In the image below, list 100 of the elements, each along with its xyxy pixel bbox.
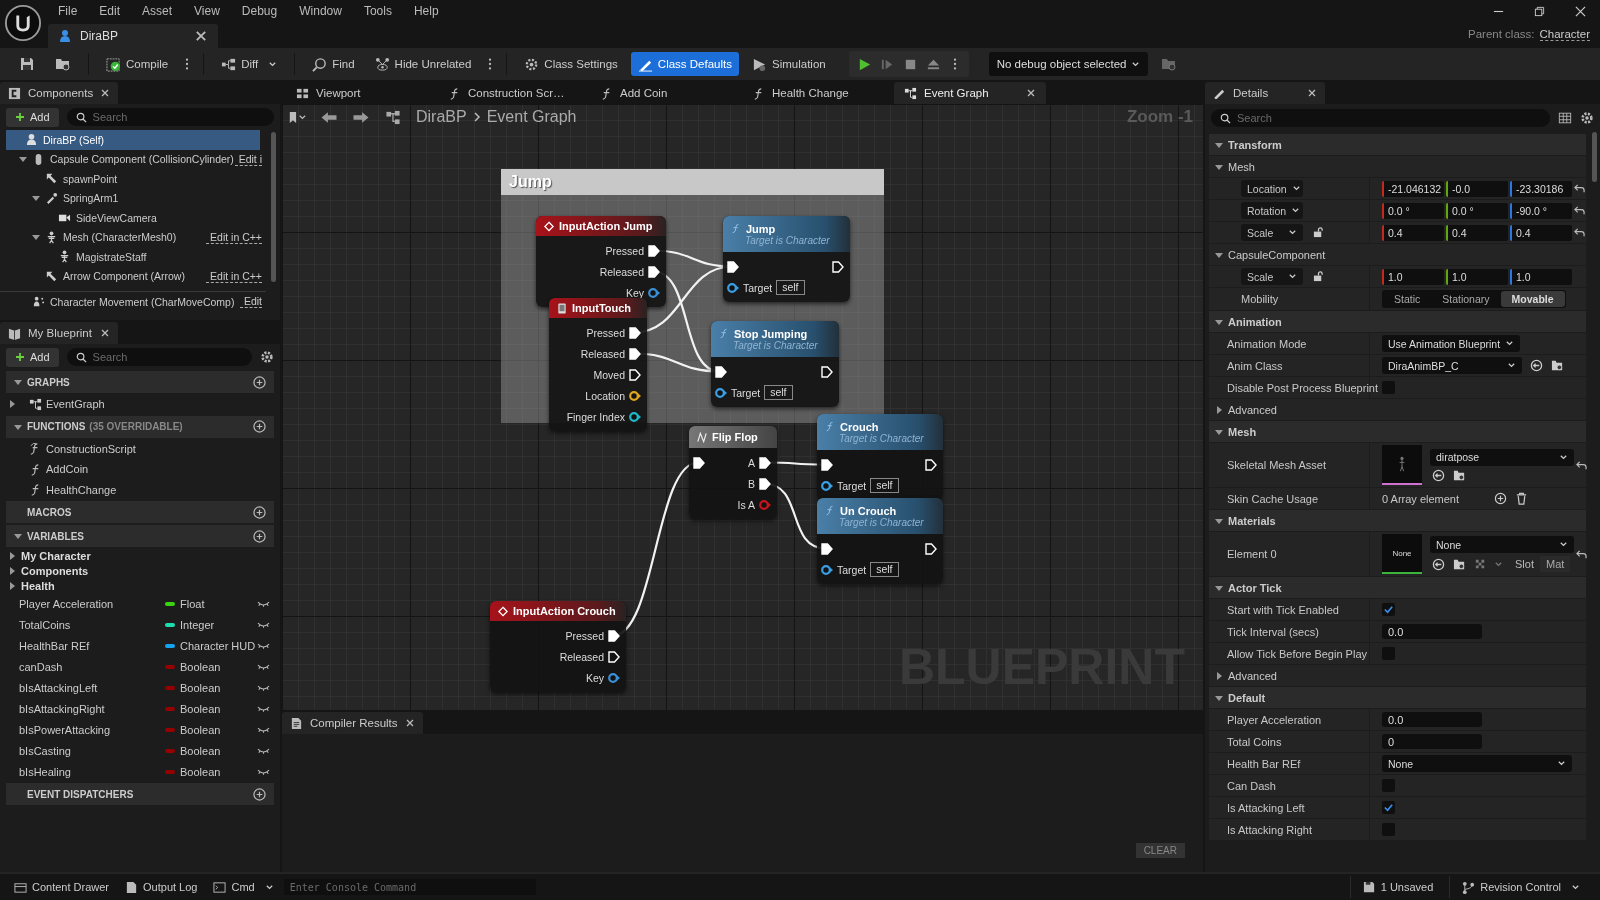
exec-pin[interactable] — [727, 260, 739, 273]
reset-icon[interactable] — [1574, 227, 1585, 238]
exec-pin[interactable] — [759, 456, 771, 469]
number-field[interactable]: 0.0 ° — [1446, 202, 1508, 219]
self-value-field[interactable]: self — [776, 280, 805, 295]
exec-pin[interactable] — [821, 458, 833, 471]
expand-arrow-icon[interactable] — [8, 566, 16, 575]
exec-pin[interactable] — [925, 542, 937, 555]
exec-pin[interactable] — [715, 365, 727, 378]
expand-arrow-icon[interactable] — [1215, 250, 1223, 259]
tree-row[interactable]: SideViewCamera — [0, 208, 266, 228]
blueprint-node[interactable]: InputAction Crouch Pressed Released Key — [490, 601, 626, 692]
section-header[interactable]: MACROS — [6, 501, 274, 523]
content-drawer-button[interactable]: Content Drawer — [8, 876, 116, 898]
close-icon[interactable] — [1307, 88, 1317, 98]
checkbox[interactable] — [1382, 801, 1395, 814]
tree-row[interactable]: DiraBP (Self) — [6, 130, 260, 150]
use-selected-icon[interactable] — [1432, 468, 1445, 482]
tree-row[interactable]: Arrow Component (Arrow) Edit in C++ — [0, 266, 266, 286]
variable-row[interactable]: TotalCoins Integer — [0, 614, 280, 635]
expand-arrow-icon[interactable] — [1215, 583, 1223, 592]
reset-icon[interactable] — [1574, 183, 1585, 194]
menu-item[interactable]: Help — [413, 4, 439, 18]
section-header[interactable]: Transform — [1209, 134, 1586, 156]
browse-icon[interactable] — [1551, 359, 1564, 372]
toolbar-button[interactable]: Compile — [99, 52, 176, 76]
exec-pin[interactable] — [832, 260, 844, 273]
close-icon[interactable] — [194, 29, 208, 43]
number-field[interactable]: 0.0 — [1382, 712, 1482, 727]
expand-arrow-icon[interactable] — [1215, 317, 1223, 326]
data-pin[interactable] — [629, 389, 641, 402]
data-pin[interactable] — [727, 281, 739, 294]
menu-item[interactable]: Asset — [142, 4, 173, 18]
number-field[interactable]: 0.4 — [1382, 224, 1444, 241]
variable-row[interactable]: bIsAttackingRight Boolean — [0, 698, 280, 719]
output-log-button[interactable]: Output Log — [119, 876, 204, 898]
padlock-icon[interactable] — [1313, 271, 1324, 282]
graph-canvas[interactable] — [282, 104, 1203, 710]
blueprint-item[interactable]: ConstructionScript — [0, 438, 280, 459]
unsaved-button[interactable]: 1 Unsaved — [1349, 876, 1446, 898]
more-icon[interactable] — [185, 57, 190, 71]
console-input[interactable]: Enter Console Command — [283, 879, 536, 895]
eye-closed-icon[interactable] — [257, 662, 270, 671]
toolbar-button[interactable]: Class Settings — [517, 52, 625, 76]
blueprint-node[interactable]: Jump Target is Character Target self — [723, 216, 850, 302]
add-icon[interactable] — [253, 529, 266, 543]
edit-link[interactable]: Edit i — [234, 152, 262, 166]
section-header[interactable]: Actor Tick — [1209, 577, 1586, 599]
editor-tab[interactable]: Add Coin — [590, 82, 742, 104]
expand-arrow-icon[interactable] — [1215, 162, 1223, 171]
exec-pin[interactable] — [925, 458, 937, 471]
variable-category[interactable]: Components — [0, 563, 280, 578]
expand-arrow-icon[interactable] — [1215, 693, 1223, 702]
exec-pin[interactable] — [629, 347, 641, 360]
menu-item[interactable]: Debug — [241, 4, 278, 18]
add-button[interactable]: Add — [6, 107, 59, 127]
dropdown[interactable]: Use Animation Blueprint — [1382, 335, 1521, 352]
section-header[interactable]: Advanced — [1209, 665, 1586, 687]
eye-closed-icon[interactable] — [257, 620, 270, 629]
edit-link[interactable]: Edit in C++ — [206, 269, 262, 283]
blueprint-node[interactable]: Crouch Target is Character Target self — [817, 414, 943, 500]
menu-item[interactable]: Window — [299, 4, 342, 18]
add-icon[interactable] — [1494, 492, 1507, 505]
number-field[interactable]: 0.0 ° — [1382, 202, 1444, 219]
breadcrumb-link[interactable]: DiraBP — [416, 108, 467, 126]
use-selected-icon[interactable] — [1432, 557, 1445, 571]
editor-tab[interactable]: Construction Scr… — [438, 82, 590, 104]
menu-item[interactable]: Edit — [99, 4, 121, 18]
padlock-icon[interactable] — [1313, 227, 1324, 238]
transform-mode-dropdown[interactable]: Rotation — [1241, 202, 1303, 219]
eye-closed-icon[interactable] — [257, 599, 270, 608]
self-value-field[interactable]: self — [870, 562, 899, 577]
scrollbar[interactable] — [1592, 132, 1597, 182]
folder-search-icon[interactable] — [1161, 56, 1178, 72]
blueprint-item[interactable]: HealthChange — [0, 479, 280, 500]
material-thumbnail[interactable]: None — [1382, 534, 1422, 574]
section-header[interactable]: CapsuleComponent — [1209, 244, 1586, 266]
expand-arrow-icon[interactable] — [14, 422, 22, 431]
data-pin[interactable] — [629, 410, 641, 423]
exec-pin[interactable] — [821, 365, 833, 378]
close-icon[interactable] — [1575, 5, 1586, 17]
search-field[interactable]: Search — [1211, 109, 1550, 127]
debug-object-dropdown[interactable]: No debug object selected — [988, 52, 1149, 76]
data-pin[interactable] — [648, 286, 660, 299]
add-button[interactable]: Add — [6, 347, 59, 367]
self-value-field[interactable]: self — [764, 385, 793, 400]
section-header[interactable]: Animation — [1209, 311, 1586, 333]
section-header[interactable]: GRAPHS — [6, 371, 274, 393]
panel-tab[interactable]: Components — [0, 82, 119, 104]
reset-icon[interactable] — [1576, 548, 1587, 560]
back-arrow-icon[interactable] — [320, 109, 338, 125]
number-field[interactable]: 0.0 — [1382, 624, 1482, 639]
section-header[interactable]: Default — [1209, 687, 1586, 709]
variable-row[interactable]: bIsHealing Boolean — [0, 761, 280, 782]
search-field[interactable]: Search — [66, 108, 274, 126]
variable-row[interactable]: bIsPowerAttacking Boolean — [0, 719, 280, 740]
number-field[interactable]: 0 — [1382, 734, 1482, 749]
close-icon[interactable] — [404, 718, 415, 728]
transform-mode-dropdown[interactable]: Location — [1241, 180, 1303, 197]
expand-arrow-icon[interactable] — [14, 532, 22, 540]
